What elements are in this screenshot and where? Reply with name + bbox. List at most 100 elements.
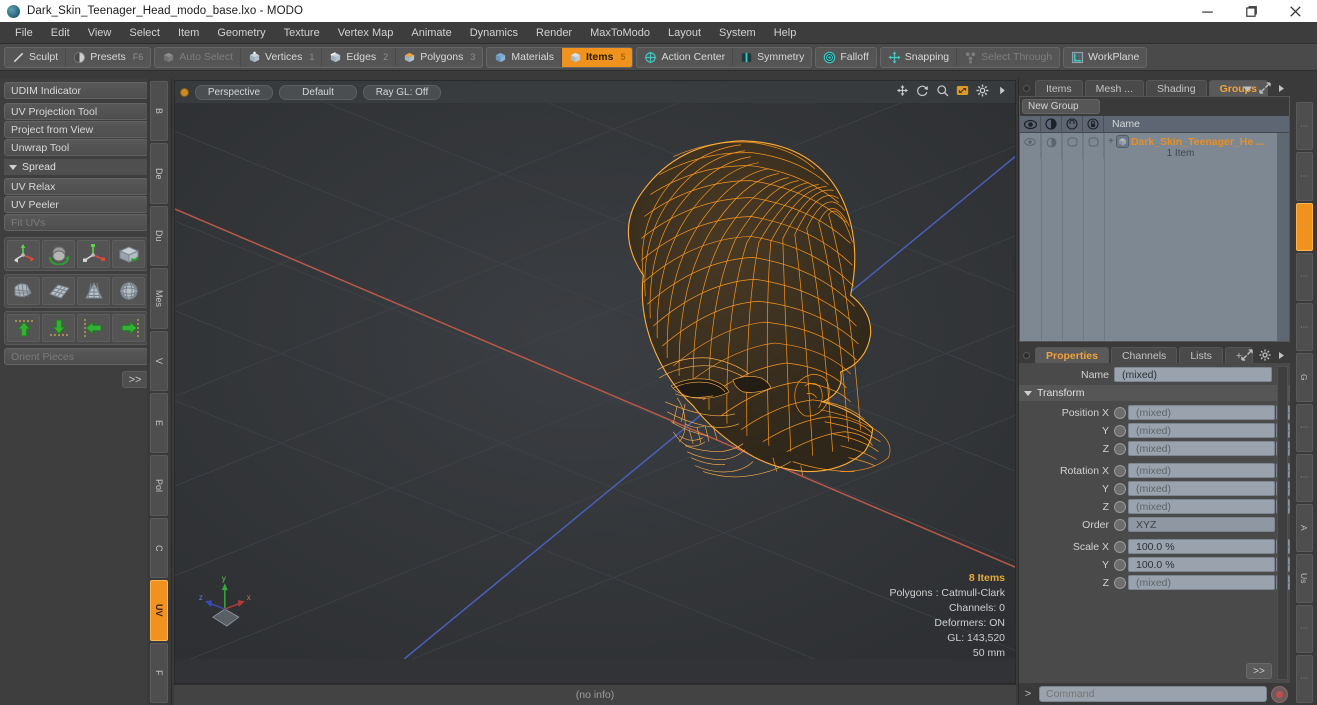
items-button[interactable]: Items5 (562, 48, 632, 67)
right-vertical-tab-10[interactable]: ⋮ (1296, 605, 1313, 653)
action-center-button[interactable]: Action Center (637, 48, 733, 67)
uv-cone-icon[interactable] (77, 277, 110, 305)
menu-item-render[interactable]: Render (527, 24, 581, 42)
menu-item-dynamics[interactable]: Dynamics (461, 24, 527, 42)
viewport-menu-dot-icon[interactable] (180, 88, 189, 97)
row-lock-open-toggle[interactable] (1062, 133, 1083, 159)
right-vertical-tab-2[interactable]: ⋮ (1296, 203, 1313, 251)
arrow-down-green-icon[interactable] (42, 314, 75, 342)
gear-icon[interactable] (1259, 349, 1271, 361)
right-vertical-tab-1[interactable]: ⋮ (1296, 152, 1313, 200)
channel-knob-icon[interactable] (1114, 541, 1126, 553)
right-vertical-tab-7[interactable]: ⋮ (1296, 454, 1313, 502)
command-input[interactable] (1039, 686, 1267, 702)
chevron-right-icon[interactable] (1277, 350, 1286, 361)
tab-channels[interactable]: Channels (1111, 347, 1177, 363)
vertical-tab-f[interactable]: F (150, 643, 168, 703)
uv-sphere-icon[interactable] (112, 277, 145, 305)
menu-item-file[interactable]: File (6, 24, 42, 42)
uv-projection-tool-button[interactable]: UV Projection Tool (4, 103, 148, 120)
row-eye-toggle[interactable] (1020, 133, 1041, 159)
channel-knob-icon[interactable] (1114, 443, 1126, 455)
chevron-down-icon[interactable] (1242, 84, 1253, 93)
chevron-right-icon[interactable] (1277, 83, 1286, 94)
move-axis-icon[interactable] (7, 240, 40, 268)
vertical-tab-mes[interactable]: Mes (150, 268, 168, 328)
properties-menu-dot-icon[interactable] (1023, 352, 1030, 359)
channel-knob-icon[interactable] (1114, 483, 1126, 495)
menu-item-vertex-map[interactable]: Vertex Map (329, 24, 403, 42)
edges-button[interactable]: Edges2 (322, 48, 396, 67)
channel-knob-icon[interactable] (1114, 519, 1126, 531)
snapping-button[interactable]: Snapping (881, 48, 957, 67)
box-transform-icon[interactable] (112, 240, 145, 268)
scale-field-0[interactable]: 100.0 % (1128, 539, 1275, 554)
orient-pieces-button[interactable]: Orient Pieces (4, 348, 148, 365)
symmetry-button[interactable]: Symmetry (733, 48, 811, 67)
row-render-toggle[interactable] (1041, 133, 1062, 159)
tab-shading[interactable]: Shading (1146, 80, 1207, 96)
viewport-shading-button[interactable]: Default (279, 85, 357, 100)
vertical-tab-uv[interactable]: UV (150, 580, 168, 640)
vertical-tab-pol[interactable]: Pol (150, 455, 168, 515)
rotation-field-2[interactable]: (mixed) (1128, 499, 1275, 514)
menu-item-layout[interactable]: Layout (659, 24, 710, 42)
channel-knob-icon[interactable] (1114, 559, 1126, 571)
channel-knob-icon[interactable] (1114, 407, 1126, 419)
record-icon[interactable] (1271, 686, 1288, 703)
viewport-3d[interactable]: y x z Perspective Default Ray GL: Off (174, 80, 1016, 684)
vertical-tab-e[interactable]: E (150, 393, 168, 453)
channel-knob-icon[interactable] (1114, 425, 1126, 437)
project-from-view-button[interactable]: Project from View (4, 121, 148, 138)
chevron-right-icon[interactable] (996, 84, 1009, 97)
properties-more-button[interactable]: >> (1246, 663, 1272, 679)
scale-field-1[interactable]: 100.0 % (1128, 557, 1275, 572)
menu-item-select[interactable]: Select (120, 24, 169, 42)
rotation-field-1[interactable]: (mixed) (1128, 481, 1275, 496)
tab-mesh[interactable]: Mesh ... (1085, 80, 1144, 96)
menu-item-texture[interactable]: Texture (275, 24, 329, 42)
arrow-right-green-icon[interactable] (112, 314, 145, 342)
menu-item-item[interactable]: Item (169, 24, 208, 42)
channel-knob-icon[interactable] (1114, 465, 1126, 477)
table-row[interactable]: + Dark_Skin_Teenager_He ... 1 Item (1020, 133, 1289, 159)
scale-axis-icon[interactable] (77, 240, 110, 268)
viewport-view-mode-button[interactable]: Perspective (195, 85, 273, 100)
polygons-button[interactable]: Polygons3 (396, 48, 482, 67)
right-vertical-tab-6[interactable]: ⋮ (1296, 404, 1313, 452)
unwrap-tool-button[interactable]: Unwrap Tool (4, 139, 148, 156)
tab-properties[interactable]: Properties (1035, 347, 1109, 363)
viewport-raygl-button[interactable]: Ray GL: Off (363, 85, 441, 100)
materials-button[interactable]: Materials (487, 48, 562, 67)
uv-relax-button[interactable]: UV Relax (4, 178, 148, 195)
expand-icon[interactable] (1241, 349, 1253, 361)
panel-menu-dot-icon[interactable] (1023, 85, 1030, 92)
right-vertical-tab-5[interactable]: G (1296, 353, 1313, 401)
right-vertical-tab-8[interactable]: A (1296, 504, 1313, 552)
arrow-up-green-icon[interactable] (7, 314, 40, 342)
lock-icon[interactable] (1083, 116, 1104, 133)
pan-icon[interactable] (896, 84, 909, 97)
falloff-button[interactable]: Falloff (816, 48, 875, 67)
scale-field-2[interactable]: (mixed) (1128, 575, 1275, 590)
rotation-field-0[interactable]: (mixed) (1128, 463, 1275, 478)
properties-scrollbar[interactable] (1277, 366, 1288, 680)
render-icon[interactable] (1041, 116, 1062, 133)
lock-open-icon[interactable] (1062, 116, 1083, 133)
menu-item-edit[interactable]: Edit (42, 24, 79, 42)
transform-section-header[interactable]: Transform (1019, 385, 1290, 401)
expand-toggle[interactable]: + (1108, 136, 1114, 147)
gear-icon[interactable] (976, 84, 989, 97)
new-group-button[interactable]: New Group (1022, 99, 1100, 114)
uv-grid-flat-icon[interactable] (42, 277, 75, 305)
arrow-left-green-icon[interactable] (77, 314, 110, 342)
workplane-button[interactable]: WorkPlane (1064, 48, 1146, 67)
rotate-icon[interactable] (42, 240, 75, 268)
sculpt-button[interactable]: Sculpt (5, 48, 66, 67)
fit-icon[interactable] (956, 84, 969, 97)
zoom-icon[interactable] (936, 84, 949, 97)
vertical-tab-du[interactable]: Du (150, 206, 168, 266)
row-lock-toggle[interactable] (1083, 133, 1104, 159)
spread-section-header[interactable]: Spread (4, 159, 148, 175)
presets-button[interactable]: PresetsF6 (66, 48, 150, 67)
